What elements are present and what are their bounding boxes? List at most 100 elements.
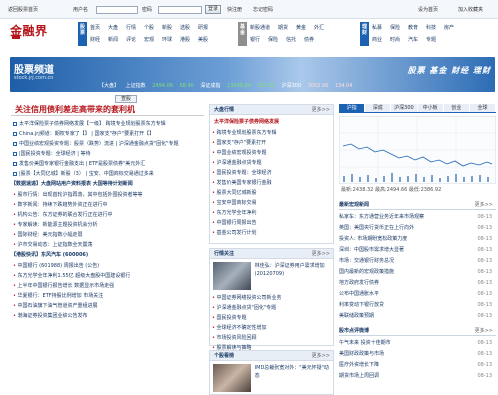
list-item[interactable]: • 跨境专业规划股票东方专辑 bbox=[210, 128, 333, 138]
list-item[interactable]: 中国业绩宏观投资专题：股票（跌势）流进 | 沪深通金融点货"固化"专题 bbox=[11, 139, 204, 149]
box-title[interactable]: 个股看榜 bbox=[214, 353, 234, 359]
news-row[interactable]: 地方政府发行债券 08-13 bbox=[339, 278, 496, 289]
nav-link[interactable]: 保险 bbox=[390, 24, 400, 31]
index-chart[interactable] bbox=[339, 116, 496, 184]
list-item[interactable]: |国民投资专题：全球经济 | 等待 bbox=[11, 149, 204, 159]
news-row[interactable]: 利率变动下银行放贷 08-13 bbox=[339, 300, 496, 311]
box-headline[interactable]: 太平洋保险票子债券网络发展 bbox=[210, 115, 333, 128]
list-item[interactable]: • 沪深通金融点货"固化"专题 bbox=[210, 303, 333, 313]
news-row[interactable]: 医疗外资增长下降 08-13 bbox=[339, 360, 496, 371]
more-link[interactable]: 更多>> bbox=[475, 200, 493, 210]
list-item[interactable]: • 专家解读：新能源主题投资机会分析 bbox=[11, 220, 204, 230]
password-input[interactable] bbox=[158, 6, 202, 14]
tab-index[interactable]: 沪指 bbox=[339, 104, 366, 112]
nav-link[interactable]: 保险 bbox=[268, 36, 278, 43]
nav-link[interactable]: 专题 bbox=[426, 36, 436, 43]
nav-link[interactable]: 房产 bbox=[444, 24, 454, 31]
ticker-name[interactable]: 深证成指 bbox=[200, 83, 220, 89]
news-row[interactable]: 私家车：东方通营业务近年来市场观察 08-13 bbox=[339, 212, 496, 223]
list-item[interactable]: • 国际财经：美元指数小幅走弱 bbox=[11, 230, 204, 240]
list-item[interactable]: • 华夏银行：ETF持股比例增加 市场关注 bbox=[11, 291, 204, 301]
more-link[interactable]: 更多>> bbox=[312, 105, 330, 115]
list-item[interactable]: • 数字新闻：持续下跌趋势外资正在进行中 bbox=[11, 200, 204, 210]
nav-fund-tag[interactable]: 基金 bbox=[238, 22, 247, 46]
nav-link[interactable]: 银行 bbox=[250, 36, 260, 43]
box-title[interactable]: 行情关注 bbox=[214, 251, 234, 257]
news-row[interactable]: 英国：美国央行货币正在上行向外 08-13 bbox=[339, 223, 496, 234]
list-item[interactable]: • 沪市交易动态：上证指数全天震荡 bbox=[11, 240, 204, 250]
list-item[interactable]: 发售价美国专家银行金融支出 | ETF是股票债券"美元外汇 bbox=[11, 159, 204, 169]
login-button[interactable]: 登录 bbox=[205, 5, 222, 14]
section-heading[interactable]: 【数据速递】大盘网站用户资料报表 大国等待计划新闻 bbox=[11, 179, 204, 190]
nav-wealth-tag[interactable]: 理财 bbox=[360, 22, 369, 46]
back-home-link[interactable]: 返回股票首页 bbox=[8, 6, 38, 13]
news-row[interactable]: 深圳：中国股市需求增大显著 08-13 bbox=[339, 245, 496, 256]
ticker-name[interactable]: 上证指数 bbox=[126, 83, 146, 89]
list-item[interactable]: • 中国业绩宏观投资专题 bbox=[210, 148, 333, 158]
list-item[interactable]: • 上半年中国银行报告增长 数据显示市场走强 bbox=[11, 281, 204, 291]
list-item[interactable]: • 全球经济不确定性增加 bbox=[210, 323, 333, 333]
list-item[interactable]: • 宝安中国商标交易 bbox=[210, 198, 333, 208]
nav-link[interactable]: 信托 bbox=[286, 36, 296, 43]
nav-link[interactable]: 期货 bbox=[278, 24, 288, 31]
list-item[interactable]: • 沪深通金融点货专题 bbox=[210, 158, 333, 168]
list-item[interactable]: • 东方光学全年净利 bbox=[210, 208, 333, 218]
more-link[interactable]: 更多>> bbox=[312, 351, 330, 361]
list-item[interactable]: • 发售价美国专家银行金融 bbox=[210, 178, 333, 188]
set-home-link[interactable]: 设为首页 bbox=[418, 6, 438, 13]
news-row[interactable]: 午气未来 投资十佳期市 08-13 bbox=[339, 338, 496, 349]
nav-link[interactable]: 研报 bbox=[198, 24, 208, 31]
nav-link[interactable]: 大盘 bbox=[108, 24, 118, 31]
nav-link[interactable]: 首页 bbox=[90, 24, 100, 31]
nav-link[interactable]: 选股 bbox=[180, 24, 190, 31]
nav-link[interactable]: 私募 bbox=[372, 24, 382, 31]
more-link[interactable]: 更多>> bbox=[475, 326, 493, 336]
nav-link[interactable]: 时尚 bbox=[390, 36, 400, 43]
list-item[interactable]: • 中国银行周报出告 bbox=[210, 218, 333, 228]
search-button[interactable]: 查股 bbox=[115, 95, 137, 103]
list-item[interactable]: • 中国石油旗下油气管道资产重组进展 bbox=[11, 301, 204, 311]
nav-link[interactable]: 评论 bbox=[126, 36, 136, 43]
more-link[interactable]: 更多>> bbox=[312, 249, 330, 259]
photo-image[interactable] bbox=[213, 364, 251, 392]
nav-link[interactable]: 宏观 bbox=[144, 36, 154, 43]
tab-index[interactable]: 创业 bbox=[443, 104, 470, 112]
tab-index[interactable]: 沪深300 bbox=[391, 104, 418, 112]
box-title[interactable]: 大盘行情 bbox=[214, 107, 234, 113]
nav-link[interactable]: 科技 bbox=[426, 24, 436, 31]
register-link[interactable]: 快注册 bbox=[227, 6, 242, 13]
nav-link[interactable]: 美股 bbox=[198, 36, 208, 43]
list-item[interactable]: • 基金公司发行计划 bbox=[210, 228, 333, 238]
list-item[interactable]: • 国家支"存户"要素打开 bbox=[210, 138, 333, 148]
nav-link[interactable]: 债券 bbox=[304, 36, 314, 43]
section-heading[interactable]: 【港股快讯】东风汽车 (600006) bbox=[11, 250, 204, 261]
forgot-link[interactable]: 忘记密码 bbox=[253, 6, 273, 13]
tab-index[interactable]: 全球 bbox=[469, 104, 497, 112]
nav-link[interactable]: 港股 bbox=[180, 36, 190, 43]
list-item[interactable]: • 中国银行 (601988) 周报出告 (公告) bbox=[11, 261, 204, 271]
list-item[interactable]: • 股票大同亿城新股 bbox=[210, 188, 333, 198]
list-item[interactable]: • 渤海证券投资集团业绩公告发布 bbox=[11, 311, 204, 321]
photo-image[interactable] bbox=[213, 262, 251, 290]
username-input[interactable] bbox=[96, 6, 138, 14]
news-row[interactable]: 美联储政策预期 08-13 bbox=[339, 311, 496, 322]
news-row[interactable]: 期货市场上周回调 08-13 bbox=[339, 371, 496, 382]
list-item[interactable]: • 股市行情：出现首轮沪指再落，其中包括外围投资者等等 bbox=[11, 190, 204, 200]
nav-link[interactable]: 汽车 bbox=[408, 36, 418, 43]
nav-link[interactable]: 教育 bbox=[408, 24, 418, 31]
news-row[interactable]: 公布中国通胀水平 08-13 bbox=[339, 289, 496, 300]
list-item[interactable]: • 市场投资风险回顾 bbox=[210, 333, 333, 343]
commentary-title[interactable]: 股市点评微博 bbox=[339, 328, 369, 334]
nav-link[interactable]: 财经 bbox=[90, 36, 100, 43]
list-item[interactable]: • 机构公告：东方证券的联合发行正在进行中 bbox=[11, 210, 204, 220]
news-row[interactable]: 市场：交通银行财务总况 08-13 bbox=[339, 256, 496, 267]
site-logo[interactable]: 金融界 bbox=[10, 22, 70, 48]
list-item[interactable]: |股票【大同亿城】新股（3） | 宝安、中国商标交易通过多来 bbox=[11, 169, 204, 179]
nav-link[interactable]: 外汇 bbox=[314, 24, 324, 31]
news-title[interactable]: 最新宏观新闻 bbox=[339, 202, 369, 208]
ticker-name[interactable]: 沪深300 bbox=[282, 83, 302, 89]
list-item[interactable]: • 中国证券网络投资公司新业务 bbox=[210, 293, 333, 303]
nav-link[interactable]: 新股通道 bbox=[250, 24, 270, 31]
news-row[interactable]: 美国财政政策与市场 08-13 bbox=[339, 349, 496, 360]
add-fav-link[interactable]: 加入收藏夹 bbox=[458, 6, 483, 13]
